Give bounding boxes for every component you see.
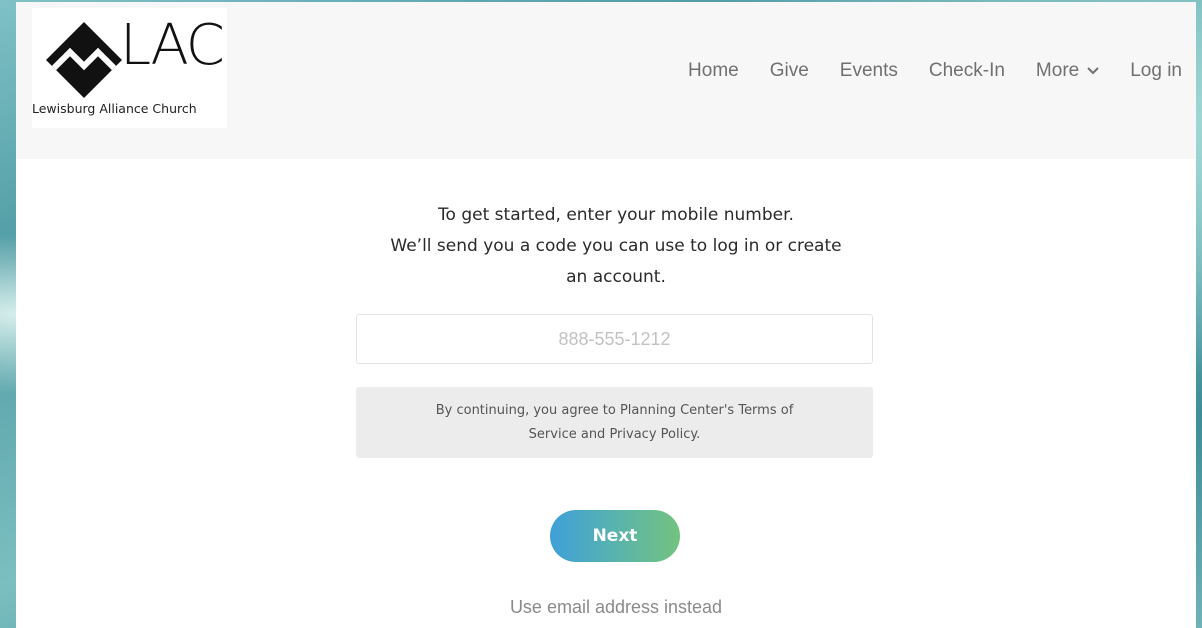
- mountain-diamond-icon: [46, 22, 122, 98]
- main-nav: Home Give Events Check-In More Log in: [688, 60, 1182, 82]
- nav-item-give[interactable]: Give: [770, 60, 809, 82]
- nav-item-more[interactable]: More: [1036, 60, 1099, 82]
- nav-item-check-in[interactable]: Check-In: [929, 60, 1005, 82]
- church-logo[interactable]: LAC Lewisburg Alliance Church: [32, 8, 227, 128]
- intro-text: To get started, enter your mobile number…: [326, 200, 906, 293]
- nav-more-label: More: [1035, 60, 1080, 81]
- intro-line-2: We’ll send you a code you can use to log…: [390, 236, 842, 256]
- chevron-down-icon: [1087, 67, 1099, 75]
- intro-line-3: an account.: [566, 267, 666, 287]
- intro-line-1: To get started, enter your mobile number…: [438, 205, 794, 225]
- terms-notice: By continuing, you agree to Planning Cen…: [356, 387, 873, 458]
- church-name: Lewisburg Alliance Church: [32, 101, 197, 116]
- nav-item-home[interactable]: Home: [688, 60, 739, 82]
- terms-line-1: By continuing, you agree to Planning Cen…: [435, 403, 794, 418]
- nav-item-login[interactable]: Log in: [1130, 60, 1182, 82]
- terms-line-2: Service and Privacy Policy.: [528, 427, 701, 442]
- logo-letters: LAC: [120, 13, 225, 78]
- use-email-link[interactable]: Use email address instead: [416, 597, 816, 618]
- next-button[interactable]: Next: [550, 510, 680, 562]
- mobile-number-input[interactable]: [356, 314, 873, 364]
- site-header: LAC Lewisburg Alliance Church Home Give …: [16, 2, 1196, 159]
- page-frame: LAC Lewisburg Alliance Church Home Give …: [16, 2, 1196, 628]
- nav-item-events[interactable]: Events: [840, 60, 898, 82]
